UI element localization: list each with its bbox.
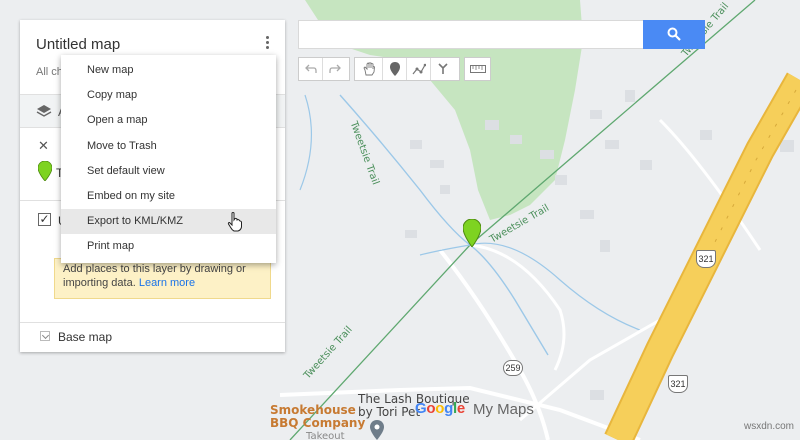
search-button[interactable]	[643, 20, 705, 49]
redo-button[interactable]	[323, 58, 347, 80]
poi-line: Takeout	[306, 431, 345, 440]
menu-item-export-kml[interactable]: Export to KML/KMZ	[61, 209, 276, 235]
search-icon	[667, 27, 681, 41]
draw-line-button[interactable]	[407, 58, 431, 80]
menu-item-embed[interactable]: Embed on my site	[61, 184, 276, 209]
watermark: wsxdn.com	[744, 421, 795, 432]
layer-empty-notice: Add places to this layer by drawing or i…	[54, 258, 271, 299]
poi-pin-icon	[370, 420, 384, 440]
menu-item-set-default-view[interactable]: Set default view	[61, 159, 276, 184]
menu-item-copy-map[interactable]: Copy map	[61, 83, 276, 108]
route-shield: 321	[696, 250, 716, 268]
directions-button[interactable]	[431, 58, 455, 80]
search-input[interactable]	[298, 20, 643, 49]
google-logo: Google	[415, 400, 465, 417]
directions-icon	[438, 63, 448, 74]
close-icon[interactable]: ✕	[38, 138, 49, 154]
poi-smokehouse[interactable]: Smokehouse BBQ Company Takeout	[270, 404, 365, 440]
menu-item-move-to-trash[interactable]: Move to Trash	[61, 134, 276, 159]
draw-line-icon	[412, 63, 426, 75]
pointer-hand-icon	[227, 212, 242, 232]
divider	[20, 322, 285, 323]
map-title[interactable]: Untitled map	[36, 36, 120, 53]
hand-icon	[362, 62, 375, 76]
logo-letter: o	[426, 400, 436, 417]
logo-letter: e	[456, 400, 465, 417]
undo-button[interactable]	[299, 58, 323, 80]
redo-icon	[329, 64, 341, 73]
learn-more-link[interactable]: Learn more	[139, 277, 195, 289]
add-marker-button[interactable]	[383, 58, 407, 80]
poi-line: BBQ Company	[270, 416, 366, 430]
history-tools	[298, 57, 350, 81]
route-shield: 321	[668, 375, 688, 393]
menu-item-new-map[interactable]: New map	[61, 58, 276, 83]
route-shield: 259	[503, 360, 523, 376]
placemark-icon[interactable]	[463, 219, 481, 247]
hand-tool-button[interactable]	[355, 58, 383, 80]
undo-icon	[304, 64, 317, 73]
logo-letter: G	[415, 400, 427, 417]
ruler-icon	[469, 65, 486, 73]
layers-icon[interactable]	[36, 103, 52, 119]
logo-letter: o	[435, 400, 445, 417]
menu-item-print-map[interactable]: Print map	[61, 234, 276, 259]
map-tools	[354, 57, 460, 81]
map-options-menu: New map Copy map Open a map Move to Tras…	[61, 55, 276, 263]
measure-tools	[464, 57, 491, 81]
measure-button[interactable]	[465, 58, 490, 80]
product-name: My Maps	[473, 401, 534, 418]
map-options-kebab-icon[interactable]	[260, 34, 274, 52]
base-map-label[interactable]: Base map	[58, 330, 112, 344]
save-status: All ch	[36, 66, 63, 78]
marker-icon	[389, 62, 400, 76]
placemark-icon	[38, 161, 52, 181]
menu-item-open-map[interactable]: Open a map	[61, 108, 276, 133]
logo-letter: g	[444, 400, 453, 417]
layer-visibility-checkbox[interactable]: ✓	[38, 213, 51, 226]
chevron-down-icon[interactable]	[40, 331, 50, 341]
